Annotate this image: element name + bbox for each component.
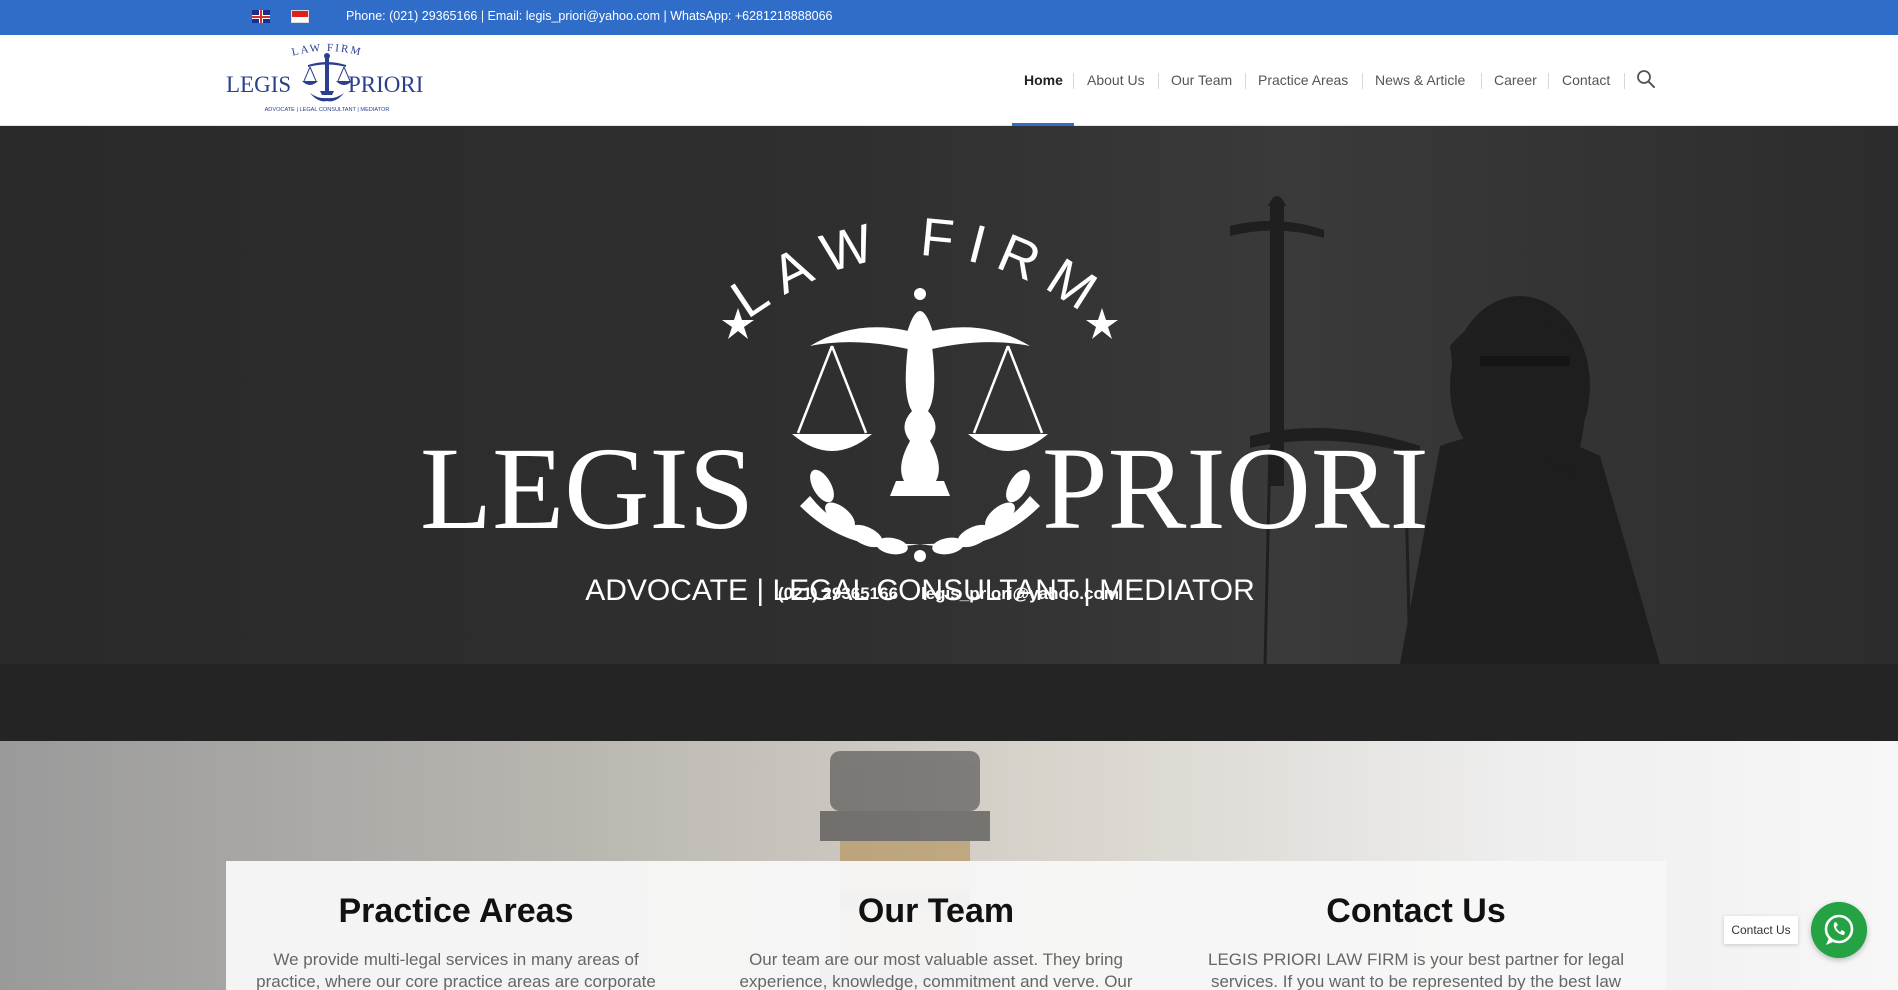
topbar-contact-info: Phone: (021) 29365166 | Email: legis_pri… — [346, 9, 833, 23]
nav-divider — [1624, 73, 1625, 89]
nav-divider — [1073, 73, 1074, 89]
card-title: Practice Areas — [338, 892, 574, 930]
our-team-card[interactable]: Our Team Our team are our most valuable … — [726, 861, 1146, 990]
nav-divider — [1245, 73, 1246, 89]
nav-divider — [1481, 73, 1482, 89]
nav-practice-areas[interactable]: Practice Areas — [1258, 72, 1348, 88]
nav-our-team[interactable]: Our Team — [1171, 72, 1232, 88]
hero-email[interactable]: legis_priori@yahoo.com — [921, 584, 1119, 604]
nav-home[interactable]: Home — [1024, 72, 1063, 88]
nav-divider — [1158, 73, 1159, 89]
logo-tagline: ADVOCATE | LEGAL CONSULTANT | MEDIATOR — [265, 107, 390, 113]
hero-bottom-band — [0, 664, 1898, 741]
feature-cards: Practice Areas We provide multi-legal se… — [226, 861, 1666, 990]
card-text: We provide multi-legal services in many … — [256, 950, 656, 990]
practice-areas-card[interactable]: Practice Areas We provide multi-legal se… — [246, 861, 666, 990]
contact-us-card[interactable]: Contact Us LEGIS PRIORI LAW FIRM is your… — [1206, 861, 1626, 990]
hero-logo-left-text: LEGIS — [420, 423, 754, 554]
top-bar: Phone: (021) 29365166 | Email: legis_pri… — [0, 0, 1898, 35]
card-title: Our Team — [857, 892, 1015, 930]
hero-tagline: ADVOCATE | LEGAL CONSULTANT | MEDIATOR — [585, 574, 1255, 606]
uk-flag-icon[interactable] — [252, 10, 270, 23]
hero-phone[interactable]: (021) 29365166 — [778, 584, 898, 604]
site-header: LAW FIRM LEGIS PRIORI ADVOCATE | LEGAL C… — [0, 35, 1898, 126]
nav-divider — [1548, 73, 1549, 89]
site-logo[interactable]: LAW FIRM LEGIS PRIORI ADVOCATE | LEGAL C… — [226, 43, 428, 119]
whatsapp-label[interactable]: Contact Us — [1724, 916, 1798, 944]
logo-left-text: LEGIS — [226, 72, 291, 97]
scales-of-justice-icon — [792, 288, 1048, 496]
nav-about-us[interactable]: About Us — [1087, 72, 1145, 88]
search-icon[interactable] — [1636, 69, 1656, 89]
indonesia-flag-icon[interactable] — [291, 10, 309, 23]
nav-news-article[interactable]: News & Article — [1375, 72, 1465, 88]
nav-career[interactable]: Career — [1494, 72, 1537, 88]
nav-divider — [1362, 73, 1363, 89]
hero-logo-right-text: PRIORI — [1042, 423, 1429, 554]
nav-contact[interactable]: Contact — [1562, 72, 1610, 88]
card-text: LEGIS PRIORI LAW FIRM is your best partn… — [1207, 950, 1624, 990]
card-title: Contact Us — [1326, 892, 1506, 930]
card-text: Our team are our most valuable asset. Th… — [739, 950, 1133, 990]
logo-right-text: PRIORI — [348, 72, 423, 97]
hero-logo: LAW FIRM LEGIS PRIORI ADVOCATE | LEGAL C… — [420, 207, 1429, 606]
features-section: Practice Areas We provide multi-legal se… — [0, 741, 1898, 990]
whatsapp-icon[interactable] — [1811, 902, 1867, 958]
hero-banner: LAW FIRM LEGIS PRIORI ADVOCATE | LEGAL C… — [0, 126, 1898, 664]
